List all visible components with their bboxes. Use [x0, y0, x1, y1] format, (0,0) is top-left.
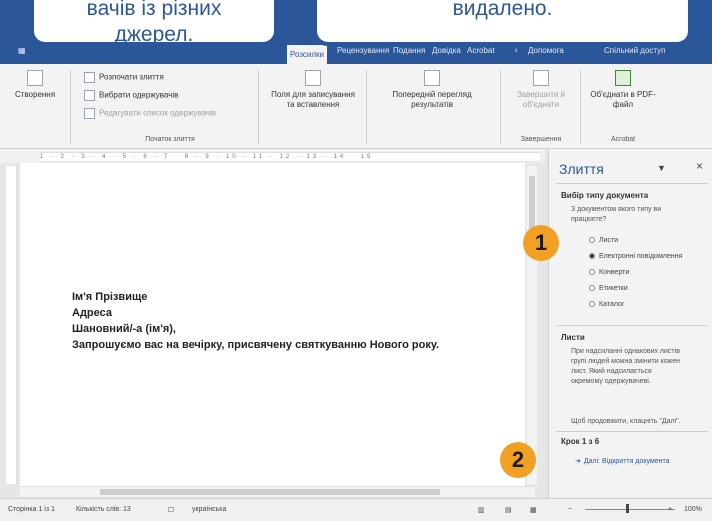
pdf-merge-icon — [615, 70, 631, 86]
doc-line-body: Запрошуємо вас на вечірку, присвячену св… — [72, 339, 440, 351]
radio-dot — [589, 269, 595, 276]
start-merge-label: Розпочати злиття — [99, 72, 164, 82]
radio-label: Конверти — [599, 269, 630, 276]
preview-button[interactable]: Попередній перегляд результатів — [372, 70, 492, 110]
zoom-slider-thumb[interactable] — [626, 504, 629, 513]
vertical-ruler — [6, 166, 17, 484]
callout-right: видалено. — [313, 0, 692, 46]
radio-email[interactable]: Електронні повідомлення — [589, 253, 682, 260]
ribbon-separator — [70, 70, 71, 144]
pane-question: З документом якого типу ви працюєте? — [571, 206, 662, 223]
step-badge-2: 2 — [500, 442, 536, 478]
file-tab-icon[interactable]: ▦ — [18, 43, 26, 59]
group-label-acrobat: Acrobat — [610, 136, 636, 143]
radio-dot — [589, 285, 595, 292]
radio-dot — [589, 301, 595, 308]
ribbon-separator — [258, 70, 259, 144]
start-merge-button[interactable]: Розпочати злиття — [84, 72, 164, 83]
document-page[interactable]: Ім'я Прізвище Адреса Шановний/-а (ім'я),… — [20, 163, 525, 488]
status-bar: Сторінка 1 із 1 Кількість слів: 13 ☐ укр… — [0, 498, 712, 521]
preview-label: Попередній перегляд результатів — [392, 90, 472, 109]
create-button[interactable]: Створення — [6, 70, 64, 100]
letters-description: При надсиланні однакових листів групі лю… — [571, 348, 680, 385]
zoom-in-icon[interactable]: + — [668, 506, 672, 513]
ribbon: Створення Розпочати злиття Вибрати одерж… — [0, 64, 712, 149]
callout-left-text: вачів із різних джерел. — [34, 0, 274, 46]
pane-title: Злиття — [559, 161, 604, 177]
pane-options-icon[interactable]: ▼ — [657, 163, 666, 173]
next-step-link[interactable]: ➔ Далі: Відкриття документа — [575, 457, 670, 465]
document-icon — [84, 72, 95, 83]
ribbon-separator — [366, 70, 367, 144]
preview-icon — [424, 70, 440, 86]
fields-button[interactable]: Поля для записування та вставлення — [266, 70, 360, 110]
read-mode-icon[interactable]: ▥ — [478, 506, 485, 514]
finish-label: Завершити й об'єднати — [516, 90, 566, 109]
next-step-label: Далі: Відкриття документа — [583, 458, 670, 465]
edit-list-icon — [84, 108, 95, 119]
pane-divider — [557, 431, 707, 432]
create-label: Створення — [14, 90, 56, 99]
horizontal-scrollbar[interactable] — [20, 486, 535, 497]
edit-list-label: Редагувати список одержувачів — [99, 108, 217, 118]
radio-labels[interactable]: Етикетки — [589, 285, 628, 292]
fields-label: Поля для записування та вставлення — [271, 90, 355, 109]
status-words[interactable]: Кількість слів: 13 — [76, 506, 131, 513]
word-window: ▦ Розсилки Рецензування Подання Довідка … — [0, 0, 712, 521]
group-label-start: Початок злиття — [145, 136, 195, 143]
select-recipients-button[interactable]: Вибрати одержувачів — [84, 90, 178, 101]
pane-divider — [557, 325, 707, 326]
doc-line-greeting: Шановний/-а (ім'я), — [72, 323, 176, 335]
radio-label: Електронні повідомлення — [599, 253, 683, 260]
ruler-scale: 1 · 2 · 3 · 4 · 5 · 6 · 7 · 8 · 9 · 10 ·… — [40, 152, 540, 162]
proofing-icon[interactable]: ☐ — [168, 506, 174, 514]
zoom-slider[interactable] — [585, 509, 675, 510]
doc-line-name: Ім'я Прізвище — [72, 291, 148, 303]
finish-icon — [533, 70, 549, 86]
mail-merge-pane: Злиття ▼ × Вибір типу документа З докуме… — [548, 149, 712, 498]
horizontal-scroll-thumb[interactable] — [100, 489, 440, 495]
pane-section-heading: Вибір типу документа — [561, 191, 649, 200]
web-layout-icon[interactable]: ▦ — [530, 506, 537, 514]
callout-left: вачів із різних джерел. — [30, 0, 278, 46]
radio-label: Листи — [599, 237, 619, 244]
step-badge-1: 1 — [523, 225, 559, 261]
merge-pdf-label: Об'єднати в PDF-файл — [590, 90, 656, 109]
pane-divider — [557, 183, 707, 184]
vertical-scrollbar[interactable] — [527, 166, 537, 484]
finish-merge-button[interactable]: Завершити й об'єднати — [508, 70, 574, 110]
envelope-icon — [27, 70, 43, 86]
radio-label: Каталог — [599, 301, 625, 308]
ribbon-separator — [580, 70, 581, 144]
radio-label: Етикетки — [599, 285, 628, 292]
status-page[interactable]: Сторінка 1 із 1 — [8, 506, 55, 513]
merge-pdf-button[interactable]: Об'єднати в PDF-файл — [586, 70, 660, 110]
tab-mailings[interactable]: Розсилки — [287, 45, 328, 64]
radio-directory[interactable]: Каталог — [589, 301, 624, 308]
recipients-icon — [84, 90, 95, 101]
fields-icon — [305, 70, 321, 86]
continue-hint: Щоб продовжити, клацніть "Далі". — [571, 418, 681, 425]
print-layout-icon[interactable]: ▤ — [505, 506, 512, 514]
edit-list-button[interactable]: Редагувати список одержувачів — [84, 108, 216, 119]
radio-dot — [589, 237, 595, 244]
select-recipients-label: Вибрати одержувачів — [99, 90, 179, 100]
radio-envelopes[interactable]: Конверти — [589, 269, 629, 276]
zoom-out-icon[interactable]: − — [568, 506, 572, 513]
arrow-right-icon: ➔ — [575, 458, 581, 465]
doc-line-address: Адреса — [72, 307, 112, 319]
letters-heading: Листи — [561, 333, 585, 342]
step-indicator: Крок 1 з 6 — [561, 437, 600, 446]
ribbon-separator — [500, 70, 501, 144]
radio-letters[interactable]: Листи — [589, 237, 618, 244]
callout-right-text: видалено. — [317, 0, 688, 42]
status-language[interactable]: українська — [192, 506, 226, 513]
radio-dot-selected — [589, 253, 595, 260]
zoom-level[interactable]: 100% — [684, 506, 702, 513]
document-area: Ім'я Прізвище Адреса Шановний/-а (ім'я),… — [0, 163, 545, 498]
horizontal-ruler[interactable]: 1 · 2 · 3 · 4 · 5 · 6 · 7 · 8 · 9 · 10 ·… — [0, 149, 545, 164]
group-label-finish: Завершення — [520, 136, 562, 143]
close-icon[interactable]: × — [696, 159, 703, 173]
